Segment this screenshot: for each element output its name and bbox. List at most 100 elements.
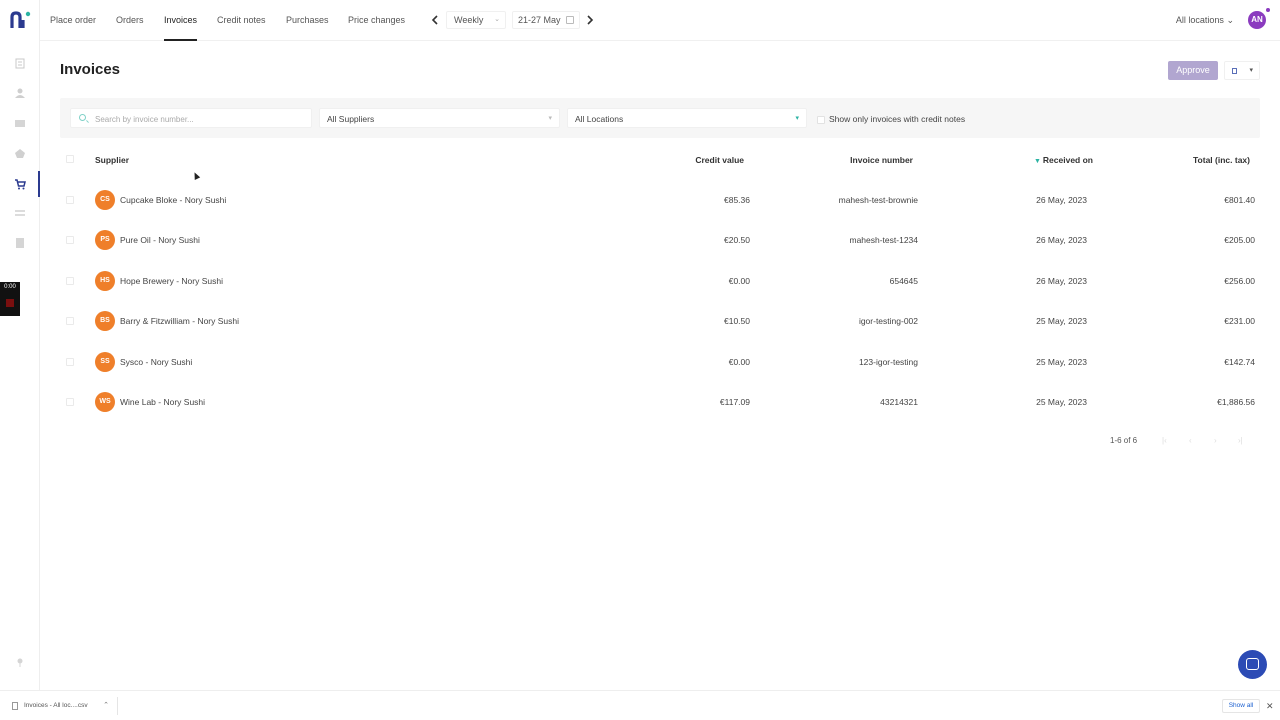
invoice-number: igor-testing-002: [858, 316, 918, 326]
total-value: €231.00: [1224, 316, 1255, 326]
next-period-icon[interactable]: [585, 14, 595, 26]
supplier-name: Cupcake Bloke - Nory Sushi: [120, 195, 227, 205]
credit-value: €20.50: [724, 235, 750, 245]
credit-notes-checkbox[interactable]: Show only invoices with credit notes: [817, 114, 965, 124]
cart-icon[interactable]: [14, 178, 26, 190]
credit-value: €85.36: [724, 195, 750, 205]
table-row[interactable]: HS Hope Brewery - Nory Sushi €0.00 65464…: [60, 261, 1260, 301]
invoice-number: mahesh-test-brownie: [838, 195, 918, 205]
invoice-number: 654645: [889, 276, 918, 286]
table-row[interactable]: WS Wine Lab - Nory Sushi €117.09 4321432…: [60, 382, 1260, 422]
download-filename: Invoices - All loc....csv: [24, 702, 88, 709]
location-dropdown[interactable]: All locations ⌄: [1176, 15, 1234, 26]
stop-recording-icon[interactable]: [6, 299, 14, 307]
calendar-icon: [566, 16, 574, 24]
export-button[interactable]: ▾: [1224, 61, 1260, 80]
supplier-avatar: HS: [95, 271, 115, 291]
credit-value: €0.00: [728, 357, 750, 367]
supplier-select[interactable]: All Suppliers ▾: [319, 108, 560, 128]
table-row[interactable]: SS Sysco - Nory Sushi €0.00 123-igor-tes…: [60, 342, 1260, 382]
column-invoice-number[interactable]: Invoice number: [850, 155, 913, 165]
received-date: 25 May, 2023: [1036, 397, 1087, 407]
total-value: €1,886.56: [1217, 397, 1255, 407]
filter-bar: All Suppliers ▾ All Locations ▾ Show onl…: [60, 98, 1260, 138]
row-checkbox[interactable]: [66, 277, 74, 285]
caret-down-icon: ▾: [1249, 67, 1253, 74]
people-icon[interactable]: [14, 87, 26, 99]
chat-launcher-button[interactable]: [1238, 650, 1267, 679]
tab-orders[interactable]: Orders: [116, 15, 144, 25]
supplier-name: Hope Brewery - Nory Sushi: [120, 276, 223, 286]
received-date: 26 May, 2023: [1036, 235, 1087, 245]
location-select[interactable]: All Locations ▾: [567, 108, 807, 128]
row-checkbox[interactable]: [66, 236, 74, 244]
credit-value: €117.09: [719, 397, 750, 407]
download-bar: Invoices - All loc....csv ⌃ Show all ✕: [0, 690, 1280, 720]
show-all-button[interactable]: Show all: [1222, 699, 1260, 713]
first-page-icon[interactable]: |‹: [1162, 436, 1167, 445]
location-dropdown-label: All locations: [1175, 15, 1224, 25]
avatar[interactable]: AN: [1248, 11, 1266, 29]
chevron-down-icon: ⌄: [494, 16, 500, 23]
column-total[interactable]: Total (inc. tax): [1193, 155, 1250, 165]
inventory-icon[interactable]: [14, 147, 26, 159]
tab-purchases[interactable]: Purchases: [286, 15, 329, 25]
page-title: Invoices: [60, 61, 121, 78]
recording-timer[interactable]: 0:00: [0, 282, 20, 316]
total-value: €256.00: [1224, 276, 1255, 286]
timer-text: 0:00: [4, 284, 16, 290]
checkbox[interactable]: [817, 115, 825, 124]
download-item[interactable]: Invoices - All loc....csv ⌃: [10, 697, 118, 715]
date-range-value: 21-27 May: [518, 15, 561, 25]
chevron-up-icon[interactable]: ⌃: [103, 701, 109, 709]
table-header: Supplier Credit value Invoice number ▼ Re…: [60, 150, 1260, 170]
prev-page-icon[interactable]: ‹: [1189, 436, 1192, 445]
tab-price-changes[interactable]: Price changes: [348, 15, 405, 25]
table-row[interactable]: BS Barry & Fitzwilliam - Nory Sushi €10.…: [60, 301, 1260, 341]
column-supplier[interactable]: Supplier: [95, 155, 129, 165]
table-row[interactable]: PS Pure Oil - Nory Sushi €20.50 mahesh-t…: [60, 220, 1260, 260]
row-checkbox[interactable]: [66, 317, 74, 325]
checklist-icon[interactable]: [14, 57, 26, 69]
notification-dot: [1266, 8, 1270, 12]
table-row[interactable]: CS Cupcake Bloke - Nory Sushi €85.36 mah…: [60, 180, 1260, 220]
supplier-avatar: PS: [95, 230, 115, 250]
credit-notes-checkbox-label: Show only invoices with credit notes: [829, 114, 966, 124]
supplier-select-value: All Suppliers: [327, 114, 375, 124]
nory-logo[interactable]: [10, 10, 32, 30]
supplier-avatar: WS: [95, 392, 115, 412]
previous-period-icon[interactable]: [430, 14, 440, 26]
pin-icon[interactable]: [14, 656, 26, 668]
next-page-icon[interactable]: ›: [1214, 436, 1217, 445]
tab-invoices[interactable]: Invoices: [164, 15, 197, 25]
chat-icon: [1246, 658, 1259, 670]
column-received-on[interactable]: ▼ Received on: [1034, 155, 1093, 165]
approve-button[interactable]: Approve: [1168, 61, 1218, 80]
row-checkbox[interactable]: [66, 358, 74, 366]
tab-place-order[interactable]: Place order: [50, 15, 96, 25]
sidebar: 0:00: [0, 0, 40, 690]
document-icon[interactable]: [14, 237, 26, 249]
credit-value: €10.50: [724, 316, 750, 326]
received-date: 25 May, 2023: [1036, 316, 1087, 326]
search-input[interactable]: [95, 112, 305, 126]
credit-value: €0.00: [728, 276, 750, 286]
row-checkbox[interactable]: [66, 196, 74, 204]
received-date: 26 May, 2023: [1036, 276, 1087, 286]
received-date: 25 May, 2023: [1036, 357, 1087, 367]
chart-icon[interactable]: [14, 117, 26, 129]
select-all-checkbox[interactable]: [66, 155, 74, 163]
invoice-number: 123-igor-testing: [858, 357, 918, 367]
supplier-avatar: BS: [95, 311, 115, 331]
transfer-icon[interactable]: [14, 207, 26, 219]
column-credit-value[interactable]: Credit value: [695, 155, 744, 165]
row-checkbox[interactable]: [66, 398, 74, 406]
close-icon[interactable]: ✕: [1266, 701, 1274, 712]
tab-credit-notes[interactable]: Credit notes: [217, 15, 266, 25]
supplier-name: Wine Lab - Nory Sushi: [120, 397, 206, 407]
supplier-avatar: CS: [95, 190, 115, 210]
period-select[interactable]: Weekly ⌄: [446, 11, 506, 29]
date-range-picker[interactable]: 21-27 May: [512, 11, 580, 29]
total-value: €205.00: [1224, 235, 1255, 245]
last-page-icon[interactable]: ›|: [1238, 436, 1243, 445]
